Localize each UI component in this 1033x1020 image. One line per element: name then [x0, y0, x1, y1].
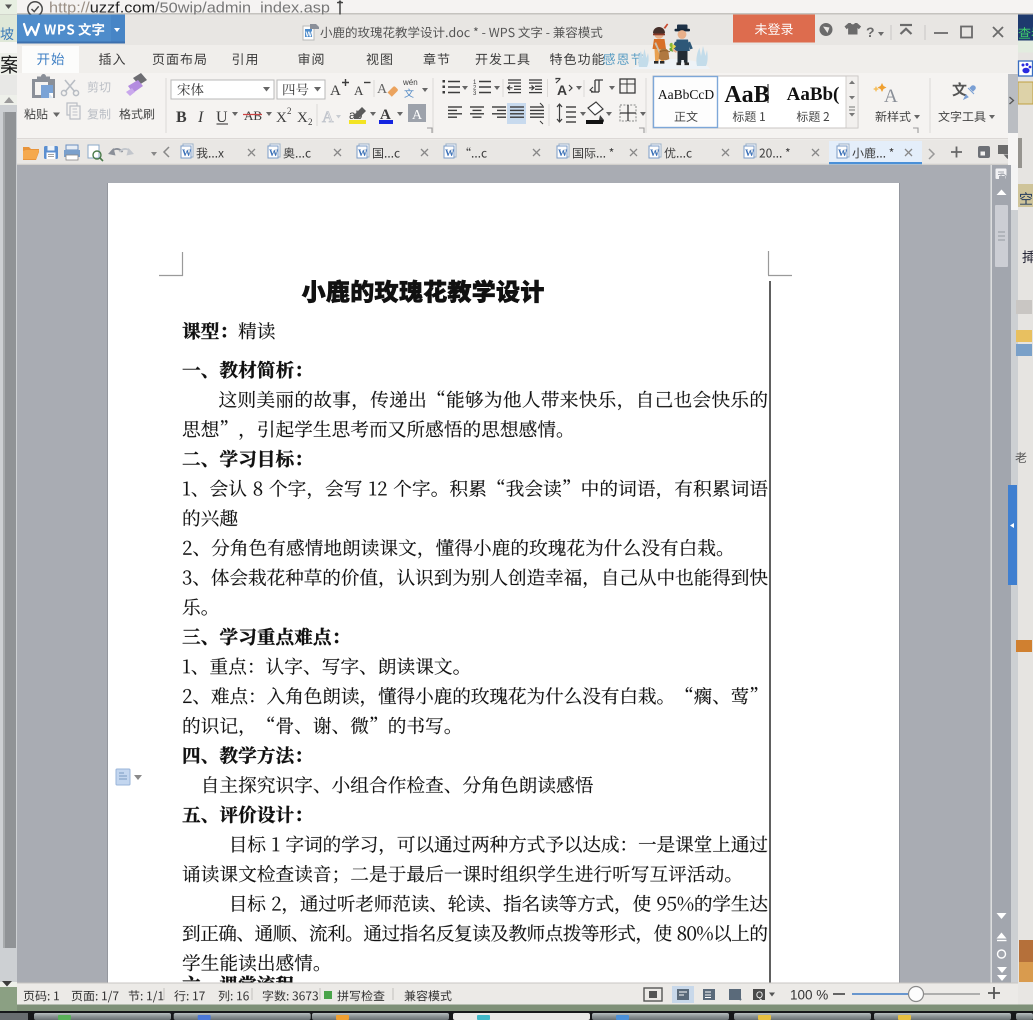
svg-text:W: W [445, 149, 455, 159]
svg-text:W: W [838, 149, 848, 159]
svg-text:A: A [354, 83, 364, 98]
svg-text:2: 2 [308, 117, 313, 127]
svg-text:W: W [358, 149, 368, 159]
svg-text:100 %: 100 % [790, 988, 828, 1003]
svg-text:AaB: AaB [724, 82, 769, 108]
svg-text:AaBbCcD: AaBbCcD [658, 87, 714, 102]
svg-text:Q: Q [756, 990, 763, 1000]
svg-text:A: A [412, 108, 423, 123]
svg-text:A: A [884, 86, 898, 107]
svg-text:W: W [182, 149, 192, 159]
svg-text:W: W [269, 149, 279, 159]
svg-text:http://uzzf.com/50wip/admin_in: http://uzzf.com/50wip/admin_index.asp [49, 0, 330, 16]
svg-text:A: A [557, 82, 567, 98]
svg-text:X: X [297, 110, 308, 126]
svg-text:W: W [745, 149, 755, 159]
svg-text:A: A [377, 82, 388, 97]
svg-text:W: W [558, 149, 568, 159]
svg-text:?: ? [866, 24, 875, 40]
svg-text:B: B [176, 109, 187, 126]
svg-text:A: A [330, 83, 341, 99]
svg-text:wén: wén [402, 78, 418, 87]
svg-text:W: W [306, 32, 313, 39]
svg-text:X: X [276, 110, 287, 126]
svg-text:AaBb(: AaBb( [787, 84, 840, 105]
svg-text:I: I [197, 109, 204, 126]
svg-text:W: W [650, 149, 660, 159]
svg-text:A: A [322, 109, 334, 126]
svg-text:AB: AB [244, 108, 262, 123]
svg-text:2: 2 [287, 106, 292, 116]
